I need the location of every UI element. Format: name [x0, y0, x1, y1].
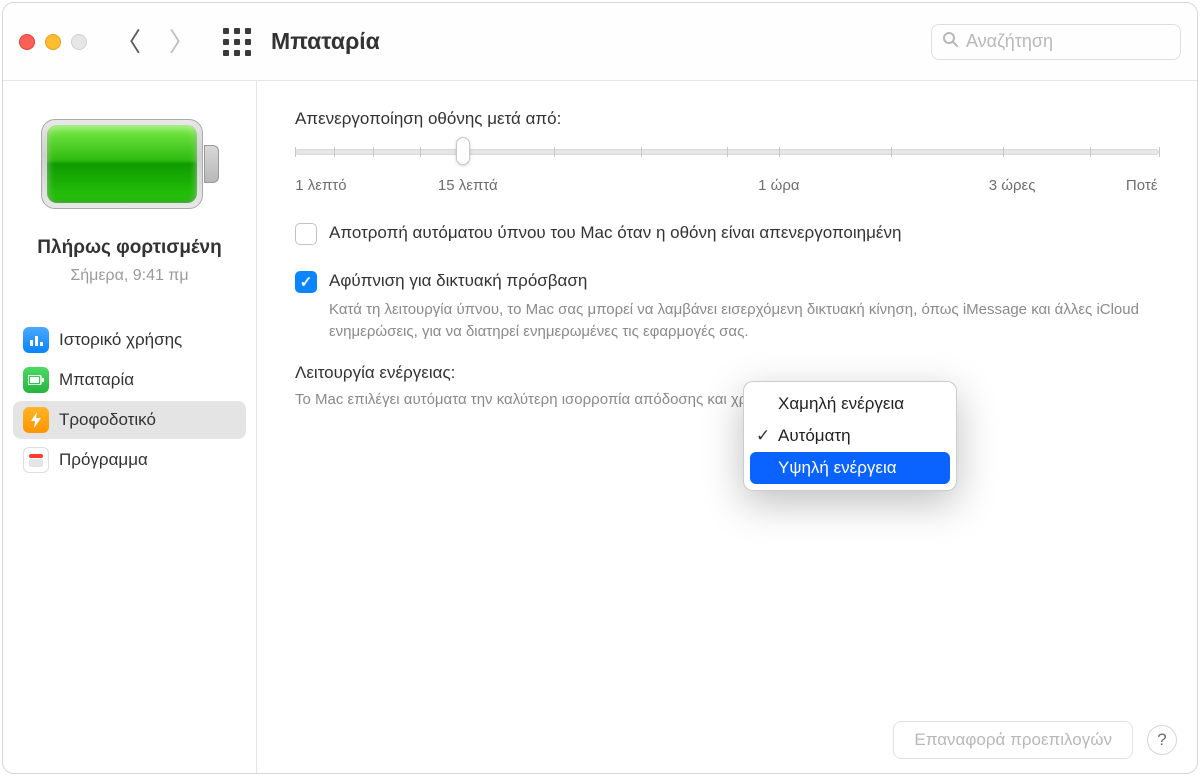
- minimize-window-button[interactable]: [45, 34, 61, 50]
- slider-thumb[interactable]: [456, 137, 470, 165]
- bolt-icon: [23, 407, 49, 433]
- slider-tick-label: 3 ώρες: [989, 177, 1036, 194]
- main-pane: Απενεργοποίηση οθόνης μετά από: 1 λ: [257, 81, 1197, 773]
- nav-forward-button: 〉: [169, 29, 195, 55]
- sidebar-item-power-adapter[interactable]: Τροφοδοτικό: [13, 401, 246, 439]
- energy-mode-desc: Το Mac επιλέγει αυτόματα την καλύτερη ισ…: [295, 391, 1159, 408]
- sidebar-item-battery[interactable]: Μπαταρία: [13, 361, 246, 399]
- display-off-slider[interactable]: [295, 143, 1159, 163]
- wake-network-row: Αφύπνιση για δικτυακή πρόσβαση: [295, 271, 1159, 293]
- sidebar-item-label: Μπαταρία: [59, 370, 134, 390]
- show-all-prefs-button[interactable]: [223, 28, 251, 56]
- footer: Επαναφορά προεπιλογών ?: [893, 721, 1177, 759]
- popup-option-low-power[interactable]: Χαμηλή ενέργεια: [744, 388, 956, 420]
- prevent-sleep-row: Αποτροπή αυτόματου ύπνου του Mac όταν η …: [295, 223, 1159, 245]
- wake-network-label: Αφύπνιση για δικτυακή πρόσβαση: [329, 271, 587, 291]
- titlebar: 〈 〉 Μπαταρία Αναζήτηση: [3, 3, 1197, 81]
- window-controls: [19, 34, 87, 50]
- window-title: Μπαταρία: [271, 28, 931, 55]
- wake-network-desc: Κατά τη λειτουργία ύπνου, το Mac σας μπο…: [329, 299, 1159, 343]
- energy-mode-label: Λειτουργία ενέργειας:: [295, 363, 1159, 383]
- sidebar-item-usage-history[interactable]: Ιστορικό χρήσης: [13, 321, 246, 359]
- sidebar-item-label: Πρόγραμμα: [59, 450, 148, 470]
- sidebar-item-label: Τροφοδοτικό: [59, 410, 156, 430]
- slider-tick-label: Ποτέ: [1126, 177, 1158, 194]
- slider-tick-label: 1 λεπτό: [295, 177, 346, 194]
- search-icon: [942, 31, 958, 52]
- battery-status-title: Πλήρως φορτισμένη: [37, 237, 221, 259]
- close-window-button[interactable]: [19, 34, 35, 50]
- wake-network-checkbox[interactable]: [295, 271, 317, 293]
- calendar-icon: [23, 447, 49, 473]
- sidebar: Πλήρως φορτισμένη Σήμερα, 9:41 πμ Ιστορι…: [3, 81, 257, 773]
- popup-option-automatic[interactable]: Αυτόματη: [744, 420, 956, 452]
- battery-small-icon: [23, 367, 49, 393]
- search-field[interactable]: Αναζήτηση: [931, 24, 1181, 60]
- zoom-window-button[interactable]: [71, 34, 87, 50]
- display-off-label: Απενεργοποίηση οθόνης μετά από:: [295, 109, 1159, 129]
- prevent-sleep-checkbox[interactable]: [295, 223, 317, 245]
- energy-mode-popup: Χαμηλή ενέργεια Αυτόματη Υψηλή ενέργεια: [743, 381, 957, 491]
- sidebar-item-schedule[interactable]: Πρόγραμμα: [13, 441, 246, 479]
- prevent-sleep-label: Αποτροπή αυτόματου ύπνου του Mac όταν η …: [329, 223, 901, 243]
- preferences-window: 〈 〉 Μπαταρία Αναζήτηση Πλήρως φορτισμένη…: [2, 2, 1198, 774]
- popup-option-high-power[interactable]: Υψηλή ενέργεια: [750, 452, 950, 484]
- help-button[interactable]: ?: [1147, 725, 1177, 755]
- bar-chart-icon: [23, 327, 49, 353]
- sidebar-nav: Ιστορικό χρήσης Μπαταρία Τροφοδοτικό: [13, 321, 246, 479]
- restore-defaults-button[interactable]: Επαναφορά προεπιλογών: [893, 721, 1133, 759]
- nav-back-button[interactable]: 〈: [115, 29, 141, 55]
- battery-status-subtitle: Σήμερα, 9:41 πμ: [70, 267, 188, 285]
- slider-labels: 1 λεπτό 15 λεπτά 1 ώρα 3 ώρες Ποτέ: [295, 177, 1159, 197]
- nav-buttons: 〈 〉: [115, 29, 195, 55]
- search-placeholder: Αναζήτηση: [966, 31, 1053, 52]
- sidebar-item-label: Ιστορικό χρήσης: [59, 330, 182, 350]
- battery-icon: [41, 119, 219, 209]
- body: Πλήρως φορτισμένη Σήμερα, 9:41 πμ Ιστορι…: [3, 81, 1197, 773]
- slider-tick-label: 1 ώρα: [758, 177, 799, 194]
- slider-tick-label: 15 λεπτά: [438, 177, 498, 194]
